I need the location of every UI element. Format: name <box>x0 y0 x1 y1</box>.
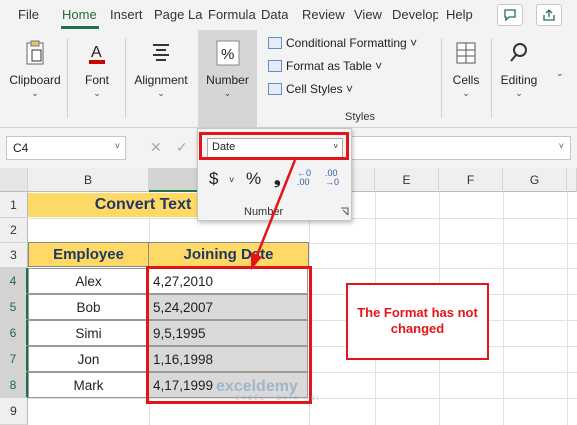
watermark-name: exceldemy <box>216 378 298 395</box>
annotation-note: The Format has not changed <box>346 283 489 360</box>
watermark-logo: exceldemy EXCEL · DATA · BI <box>216 378 321 402</box>
watermark-tagline: EXCEL · DATA · BI <box>236 396 321 402</box>
annotation-arrow <box>251 159 297 270</box>
